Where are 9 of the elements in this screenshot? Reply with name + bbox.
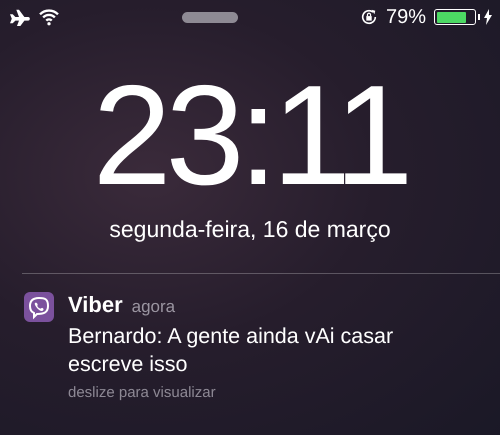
app-name: Viber — [68, 292, 123, 318]
slide-hint: deslize para visualizar — [68, 384, 217, 401]
app-icon[interactable] — [24, 292, 54, 322]
notification-message: Bernardo: A gente ainda vAi casar escreve isso — [68, 323, 394, 378]
notification-time: agora — [132, 297, 176, 317]
date-label: segunda-feira, 16 de março — [108, 216, 392, 243]
grabber-handle[interactable] — [182, 12, 238, 22]
clock-time: 23:11 — [92, 66, 408, 206]
battery-percentage: 79% — [386, 6, 426, 28]
